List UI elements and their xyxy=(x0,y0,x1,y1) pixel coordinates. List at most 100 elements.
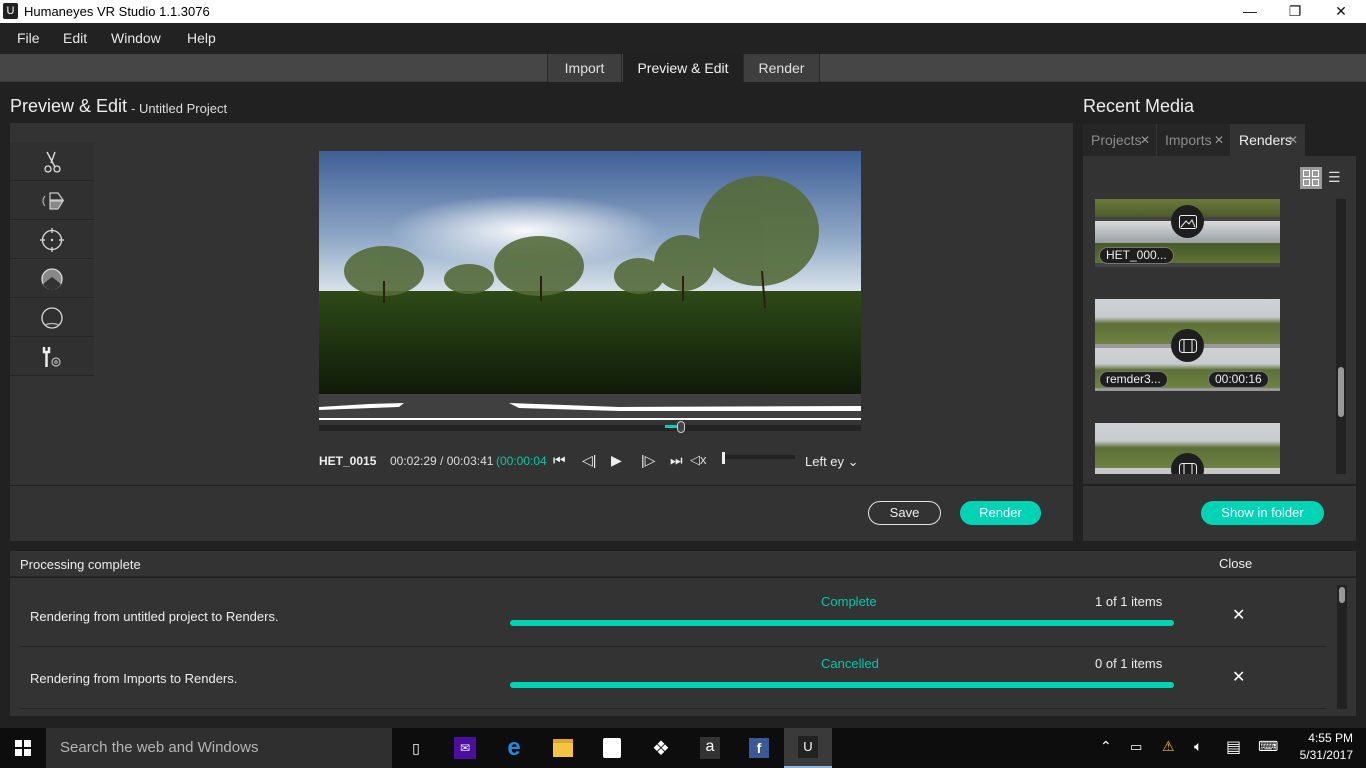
menu-window[interactable]: Window xyxy=(111,30,161,46)
grid-view-button[interactable] xyxy=(1300,167,1322,189)
close-window-button[interactable]: ✕ xyxy=(1318,0,1364,23)
processing-title: Processing complete xyxy=(20,557,141,572)
tool-sidebar xyxy=(10,143,95,377)
show-hidden-icons-icon[interactable]: ⌃ xyxy=(1100,738,1112,755)
tab-renders[interactable]: Renders ✕ xyxy=(1231,124,1305,156)
menu-help[interactable]: Help xyxy=(187,30,216,46)
tab-render[interactable]: Render xyxy=(743,54,820,82)
play-button[interactable]: ▶ xyxy=(611,452,622,469)
selection-duration: (00:00:04 xyxy=(496,454,547,468)
recent-media-actions: Show in folder xyxy=(1083,486,1356,541)
media-scrollbar-thumb[interactable] xyxy=(1338,367,1344,417)
center-tool-button[interactable] xyxy=(10,221,94,259)
processing-list: Rendering from untitled project to Rende… xyxy=(10,578,1356,716)
media-item-name: HET_000... xyxy=(1099,247,1174,264)
render-button[interactable]: Render xyxy=(960,501,1041,525)
media-item[interactable]: remder3... 00:00:16 xyxy=(1095,299,1280,391)
tab-projects[interactable]: Projects ✕ xyxy=(1083,124,1157,156)
close-tab-icon[interactable]: ✕ xyxy=(1288,124,1298,156)
remove-job-icon[interactable]: ✕ xyxy=(1232,667,1245,687)
media-item-name: remder3... xyxy=(1099,371,1168,388)
volume-slider[interactable] xyxy=(722,452,795,464)
eye-select[interactable]: Left ey ⌄ xyxy=(805,454,859,470)
windows-logo-icon xyxy=(15,740,31,756)
page-title: Preview & Edit xyxy=(10,96,128,116)
step-back-button[interactable]: ◁| xyxy=(582,452,596,469)
clock-time[interactable]: 4:55 PM xyxy=(1303,731,1353,745)
settings-tool-button[interactable] xyxy=(10,338,94,376)
tab-import[interactable]: Import xyxy=(547,54,622,82)
menu-edit[interactable]: Edit xyxy=(63,30,87,46)
close-tab-icon[interactable]: ✕ xyxy=(1140,124,1150,156)
horizon-tool-button[interactable] xyxy=(10,260,94,298)
video-preview[interactable] xyxy=(319,151,861,394)
save-button[interactable]: Save xyxy=(868,501,941,525)
network-warning-icon[interactable]: ⚠ xyxy=(1162,738,1175,755)
taskbar: Search the web and Windows ▯ ✉ e ❖ a f U… xyxy=(0,728,1366,768)
tab-label: Projects xyxy=(1091,132,1142,148)
mail-icon[interactable]: ✉ xyxy=(441,728,489,768)
close-processing-button[interactable]: Close xyxy=(1219,556,1252,571)
job-progress-fill xyxy=(510,620,1174,626)
list-view-icon[interactable]: ☰ xyxy=(1328,169,1346,187)
facebook-icon[interactable]: f xyxy=(735,728,783,768)
processing-scrollbar-thumb[interactable] xyxy=(1339,587,1345,603)
job-description: Rendering from Imports to Renders. xyxy=(30,671,238,686)
battery-icon[interactable]: ▭ xyxy=(1130,739,1142,755)
selection-range xyxy=(665,425,677,428)
tab-preview-edit[interactable]: Preview & Edit xyxy=(623,54,743,82)
panorama-image xyxy=(319,151,861,394)
media-item[interactable] xyxy=(1095,423,1280,474)
edge-browser-icon[interactable]: e xyxy=(490,728,538,768)
volume-icon[interactable]: 🔈︎ xyxy=(1194,738,1202,755)
horizon-icon xyxy=(41,267,63,290)
minimize-button[interactable]: — xyxy=(1227,0,1273,23)
clip-name: HET_0015 xyxy=(319,454,377,468)
amazon-icon[interactable]: a xyxy=(686,728,734,768)
action-center-icon[interactable]: ▤ xyxy=(1226,737,1241,757)
skip-start-button[interactable]: ⏮ xyxy=(553,452,566,469)
crosshair-icon xyxy=(40,227,64,252)
media-scrollbar[interactable] xyxy=(1336,199,1346,474)
file-explorer-icon[interactable] xyxy=(539,728,587,768)
tab-imports[interactable]: Imports ✕ xyxy=(1157,124,1231,156)
tab-label: Renders xyxy=(1239,132,1292,148)
processing-header: Processing complete Close xyxy=(10,551,1356,577)
taskbar-search-input[interactable]: Search the web and Windows xyxy=(46,728,392,768)
close-tab-icon[interactable]: ✕ xyxy=(1214,124,1224,156)
volume-handle[interactable] xyxy=(722,452,725,464)
flip-tool-button[interactable] xyxy=(10,182,94,220)
project-name: - Untitled Project xyxy=(131,101,228,116)
menu-file[interactable]: File xyxy=(17,30,40,46)
mute-icon[interactable]: ◁x xyxy=(690,452,707,468)
title-bar: U Humaneyes VR Studio 1.1.3076 — ❐ ✕ xyxy=(0,0,1366,23)
timeline-scrubber[interactable] xyxy=(319,421,861,433)
show-in-folder-button[interactable]: Show in folder xyxy=(1201,501,1324,525)
trim-tool-button[interactable] xyxy=(10,143,94,181)
job-progress-fill xyxy=(510,682,1174,688)
nadir-tool-button[interactable] xyxy=(10,299,94,337)
store-icon[interactable] xyxy=(588,728,636,768)
touch-keyboard-icon[interactable]: ⌨ xyxy=(1258,738,1278,755)
remove-job-icon[interactable]: ✕ xyxy=(1232,605,1245,625)
task-view-icon[interactable]: ▯ xyxy=(392,728,440,768)
eye-select-value: Left ey xyxy=(805,454,845,469)
step-forward-button[interactable]: |▷ xyxy=(641,452,655,469)
app-logo-icon: U xyxy=(3,3,18,19)
media-item[interactable]: HET_000... xyxy=(1095,199,1280,267)
grid-icon xyxy=(1303,170,1319,186)
job-progress-bar xyxy=(510,620,1174,626)
job-status: Complete xyxy=(821,594,877,609)
media-item-duration: 00:00:16 xyxy=(1208,371,1269,388)
start-button[interactable] xyxy=(0,728,46,768)
clock-date[interactable]: 5/31/2017 xyxy=(1296,748,1353,762)
playhead-handle[interactable] xyxy=(677,421,685,433)
depth-strip-graphic xyxy=(319,403,861,420)
tab-label: Imports xyxy=(1165,132,1212,148)
video-type-icon xyxy=(1171,329,1204,362)
dropbox-icon[interactable]: ❖ xyxy=(637,728,685,768)
maximize-button[interactable]: ❐ xyxy=(1272,0,1318,23)
skip-end-button[interactable]: ⏭ xyxy=(670,452,683,469)
humaneyes-taskbar-icon[interactable]: U xyxy=(784,728,832,768)
processing-scrollbar[interactable] xyxy=(1337,585,1347,709)
